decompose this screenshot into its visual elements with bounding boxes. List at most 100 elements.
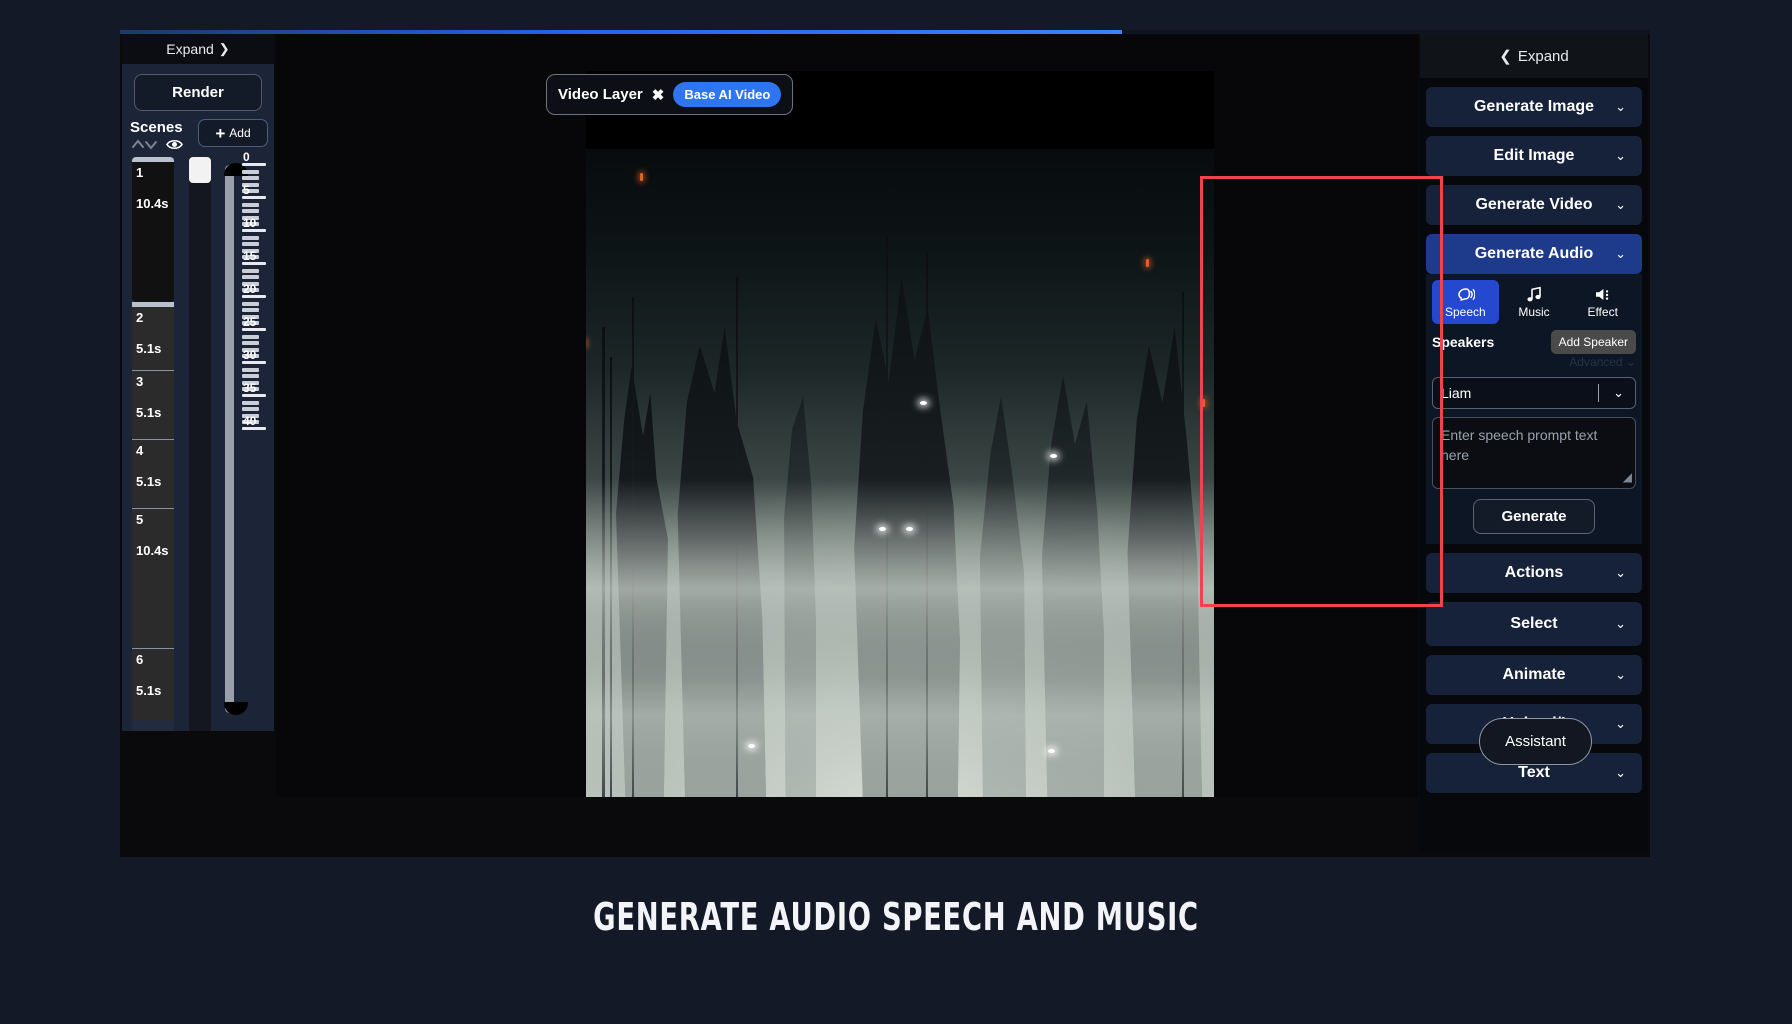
section-label: Text [1518,764,1550,781]
speakers-row: Speakers Add Speaker [1432,330,1636,354]
close-icon[interactable]: ✖ [652,86,665,104]
tab-label: Effect [1587,304,1618,319]
scene-item[interactable]: 1 10.4s [132,157,174,302]
canvas-area[interactable]: Video Layer ✖ Base AI Video [276,34,1418,797]
add-speaker-button[interactable]: Add Speaker [1550,330,1636,354]
ruler-tick-label: 15 [243,249,257,263]
speech-head-icon [1455,286,1476,303]
chevron-down-icon: ⌄ [1625,355,1636,369]
scene-item[interactable]: 5 10.4s [132,508,174,648]
chevron-down-icon: ⌄ [1615,667,1626,682]
layer-type-pill[interactable]: Base AI Video [673,82,782,107]
scene-item[interactable]: 6 5.1s [132,648,174,720]
render-button[interactable]: Render [134,74,262,111]
add-scene-label: Add [229,126,251,140]
scenes-header: Scenes + Add [122,119,274,151]
section-generate-audio[interactable]: Generate Audio ⌄ [1426,234,1642,274]
scene-duration: 5.1s [136,405,162,420]
section-label: Edit Image [1493,147,1575,164]
speech-prompt-placeholder: Enter speech prompt text here [1441,427,1598,464]
ruler-tick-minor [242,235,259,240]
chevron-up-down-icon[interactable] [132,138,158,151]
section-edit-image[interactable]: Edit Image ⌄ [1426,136,1642,176]
app-window: Expand ❯ Render Scenes + Add 1 10.4s 2 5… [120,30,1650,857]
add-scene-button[interactable]: + Add [198,119,268,147]
speech-prompt-input[interactable]: Enter speech prompt text here ◢ [1432,417,1636,489]
scene-index: 2 [136,310,144,325]
scrollbar-thumb[interactable] [189,157,211,183]
scene-duration: 5.1s [136,341,162,356]
eye-icon[interactable] [166,138,183,151]
section-label: Generate Audio [1474,245,1594,262]
ruler-tick-minor [242,176,259,181]
generated-video-frame [586,149,1214,797]
tab-label: Speech [1444,304,1486,319]
zoom-slider[interactable] [219,157,248,731]
ruler-tick-minor [242,341,259,346]
chevron-down-icon: ⌄ [1615,99,1626,114]
ruler-tick-label: 0 [243,150,250,164]
left-expand-label: Expand [166,41,214,57]
right-expand-button[interactable]: ❮ Expand [1420,34,1648,78]
layer-badge: Video Layer ✖ Base AI Video [546,74,794,115]
ruler-tick-minor [242,202,259,207]
right-expand-label: Expand [1517,47,1569,65]
generate-row: Generate [1432,499,1636,534]
section-label: Actions [1504,564,1564,581]
speaker-wave-icon [1593,286,1613,303]
assistant-button[interactable]: Assistant [1479,718,1592,765]
chevron-down-icon: ⌄ [1615,565,1626,580]
chevron-down-icon: ⌄ [1613,385,1624,400]
generate-audio-button[interactable]: Generate [1473,499,1595,534]
section-generate-image[interactable]: Generate Image ⌄ [1426,87,1642,127]
timeline-scrollbar[interactable] [189,157,211,731]
scene-duration: 5.1s [136,683,162,698]
scenes-label: Scenes [130,119,183,136]
ruler-tick-minor [242,275,259,280]
scenes-icon-row [130,138,183,151]
chevron-left-icon: ❮ [1499,48,1512,65]
time-ruler: 0 5 10 15 20 25 30 35 40 [242,150,270,731]
section-label: Generate Image [1473,98,1595,115]
ruler-tick-minor [242,400,259,405]
resize-grip-icon[interactable]: ◢ [1623,469,1632,486]
section-actions[interactable]: Actions ⌄ [1426,553,1642,593]
screenshot-root: Expand ❯ Render Scenes + Add 1 10.4s 2 5… [0,0,1792,1024]
chevron-right-icon: ❯ [218,41,230,56]
ruler-tick-minor [242,268,259,273]
video-preview[interactable] [586,71,1214,797]
scene-index: 3 [136,374,144,389]
ruler-tick-minor [242,367,259,372]
slider-track[interactable] [224,163,248,715]
ruler-tick-minor [242,301,259,306]
tab-speech[interactable]: Speech [1432,280,1499,324]
scene-item[interactable]: 3 5.1s [132,370,174,439]
speakers-label: Speakers [1432,334,1495,350]
music-note-icon [1526,286,1543,303]
tab-effect[interactable]: Effect [1569,280,1636,324]
ruler-tick-label: 30 [243,348,257,362]
section-label: Generate Video [1475,196,1593,213]
tab-label: Music [1518,304,1550,319]
ruler-tick-label: 40 [243,414,257,428]
render-wrap: Render [122,64,274,119]
left-expand-button[interactable]: Expand ❯ [122,34,274,64]
section-generate-video[interactable]: Generate Video ⌄ [1426,185,1642,225]
advanced-label: Advanced [1569,355,1623,369]
section-animate[interactable]: Animate ⌄ [1426,655,1642,695]
section-label: Select [1510,615,1558,632]
ruler-tick-label: 25 [243,315,257,329]
advanced-toggle[interactable]: Advanced ⌄ [1432,355,1636,369]
ruler-tick-label: 35 [243,381,257,395]
section-select[interactable]: Select ⌄ [1426,602,1642,646]
generate-audio-body: Speech Music Effect Speakers Add Speaker… [1426,274,1642,544]
left-sidebar: Expand ❯ Render Scenes + Add 1 10.4s 2 5… [122,34,274,731]
tab-music[interactable]: Music [1501,280,1568,324]
section-label: Animate [1502,666,1566,683]
chevron-down-icon: ⌄ [1615,616,1626,631]
voice-select[interactable]: Liam ⌄ [1432,377,1636,409]
scene-item[interactable]: 4 5.1s [132,439,174,508]
scene-index: 6 [136,652,144,667]
layer-name: Video Layer [558,86,643,103]
scene-item[interactable]: 2 5.1s [132,302,174,370]
